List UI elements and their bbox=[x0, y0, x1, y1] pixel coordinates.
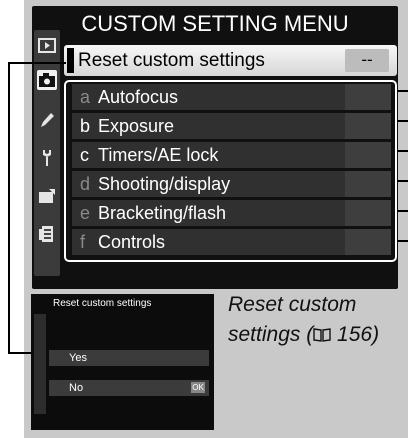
callout-tick bbox=[397, 180, 408, 182]
callout-tick bbox=[397, 90, 408, 92]
no-option[interactable]: No OK bbox=[49, 380, 209, 396]
camera-icon bbox=[39, 73, 55, 87]
bank-item-autofocus[interactable]: a Autofocus bbox=[72, 84, 391, 110]
callout-tick bbox=[397, 150, 408, 152]
bank-item-shooting[interactable]: d Shooting/display bbox=[72, 171, 391, 197]
bank-swatch bbox=[345, 229, 391, 255]
bank-label: Shooting/display bbox=[98, 174, 231, 194]
callout-tick bbox=[397, 120, 408, 122]
dialog-tabs bbox=[34, 314, 46, 414]
bank-swatch bbox=[345, 142, 391, 168]
bank-label: Timers/AE lock bbox=[98, 145, 219, 165]
playback-tab[interactable] bbox=[37, 36, 57, 56]
bank-swatch bbox=[345, 84, 391, 110]
bank-letter: c bbox=[80, 145, 89, 165]
reset-custom-settings-item[interactable]: Reset custom settings -- bbox=[64, 45, 397, 76]
bank-swatch bbox=[345, 113, 391, 139]
caption: Reset custom settings ( 156) bbox=[228, 290, 403, 350]
menu-title: CUSTOM SETTING MENU bbox=[81, 11, 349, 36]
retouch-tab[interactable] bbox=[37, 186, 57, 206]
retouch-icon bbox=[39, 189, 55, 203]
callout-tick bbox=[397, 210, 408, 212]
reset-dialog-thumbnail: Reset custom settings Yes No OK bbox=[31, 294, 214, 430]
wrench-icon bbox=[43, 150, 51, 166]
bank-swatch bbox=[345, 200, 391, 226]
bank-label: Autofocus bbox=[98, 87, 179, 107]
my-menu-icon bbox=[39, 226, 53, 242]
bank-item-timers[interactable]: c Timers/AE lock bbox=[72, 142, 391, 168]
yes-option[interactable]: Yes bbox=[49, 350, 209, 366]
my-menu-tab[interactable] bbox=[37, 224, 57, 244]
bank-letter: d bbox=[80, 174, 91, 194]
bank-item-exposure[interactable]: b Exposure bbox=[72, 113, 391, 139]
bank-item-controls[interactable]: f Controls bbox=[72, 229, 391, 255]
ok-badge: OK bbox=[191, 382, 205, 393]
custom-setting-tab[interactable] bbox=[37, 110, 57, 130]
bank-label: Exposure bbox=[98, 116, 175, 136]
shooting-tab[interactable] bbox=[37, 70, 57, 90]
custom-setting-banks: a Autofocus b Exposure c Timers/AE lock d Sh… bbox=[64, 80, 397, 262]
callout-line bbox=[8, 62, 10, 354]
dialog-title: Reset custom settings bbox=[53, 298, 152, 309]
no-label: No bbox=[69, 382, 84, 394]
reset-label: Reset custom settings bbox=[78, 50, 265, 71]
reset-value: -- bbox=[345, 49, 389, 72]
callout-tick bbox=[397, 240, 408, 242]
play-icon bbox=[38, 38, 56, 53]
selection-bar bbox=[67, 48, 74, 73]
bank-swatch bbox=[345, 171, 391, 197]
caption-page: 156) bbox=[331, 323, 380, 346]
bank-label: Bracketing/flash bbox=[98, 203, 227, 223]
setup-tab[interactable] bbox=[37, 148, 57, 168]
book-icon bbox=[313, 328, 331, 342]
bank-label: Controls bbox=[98, 232, 166, 252]
menu-tabs bbox=[34, 30, 60, 276]
bank-letter: b bbox=[80, 116, 91, 136]
bank-letter: f bbox=[80, 232, 86, 252]
pencil-icon bbox=[41, 113, 54, 127]
bank-letter: a bbox=[80, 87, 91, 107]
bank-item-bracketing[interactable]: e Bracketing/flash bbox=[72, 200, 391, 226]
callout-line bbox=[8, 62, 66, 64]
bank-letter: e bbox=[80, 203, 91, 223]
yes-label: Yes bbox=[69, 352, 87, 364]
